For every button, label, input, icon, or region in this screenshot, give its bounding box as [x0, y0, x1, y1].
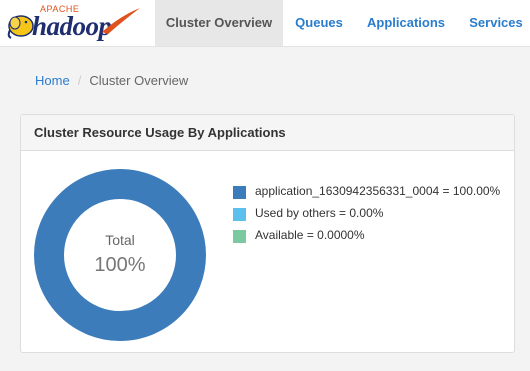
tab-cluster-overview[interactable]: Cluster Overview	[155, 0, 283, 46]
hadoop-logo[interactable]: APACHE hadoop	[6, 4, 140, 42]
legend-label: application_1630942356331_0004 = 100.00%	[255, 184, 501, 198]
donut-center-label: Total	[105, 232, 135, 248]
tab-applications[interactable]: Applications	[360, 0, 452, 46]
legend-swatch	[233, 186, 246, 199]
breadcrumb-home-link[interactable]: Home	[35, 73, 70, 88]
legend-label: Used by others = 0.00%	[255, 206, 384, 220]
breadcrumb-current: Cluster Overview	[89, 73, 189, 88]
panel-title: Cluster Resource Usage By Applications	[21, 115, 514, 151]
breadcrumb: Home / Cluster Overview	[35, 73, 188, 88]
usage-donut-chart: Total 100%	[34, 169, 206, 341]
donut-center-value: 100%	[94, 254, 145, 276]
logo-wordmark: hadoop	[32, 11, 112, 41]
top-navbar: APACHE hadoop Cluster Overview Queues Ap…	[0, 0, 530, 47]
breadcrumb-separator: /	[77, 73, 82, 88]
resource-usage-panel: Cluster Resource Usage By Applications T…	[20, 114, 515, 353]
legend-swatch	[233, 208, 246, 221]
tab-services[interactable]: Services	[462, 0, 530, 46]
legend-label: Available = 0.0000%	[255, 228, 365, 242]
tab-queues[interactable]: Queues	[288, 0, 350, 46]
logo-swoosh-icon	[102, 8, 140, 34]
legend-swatch	[233, 230, 246, 243]
